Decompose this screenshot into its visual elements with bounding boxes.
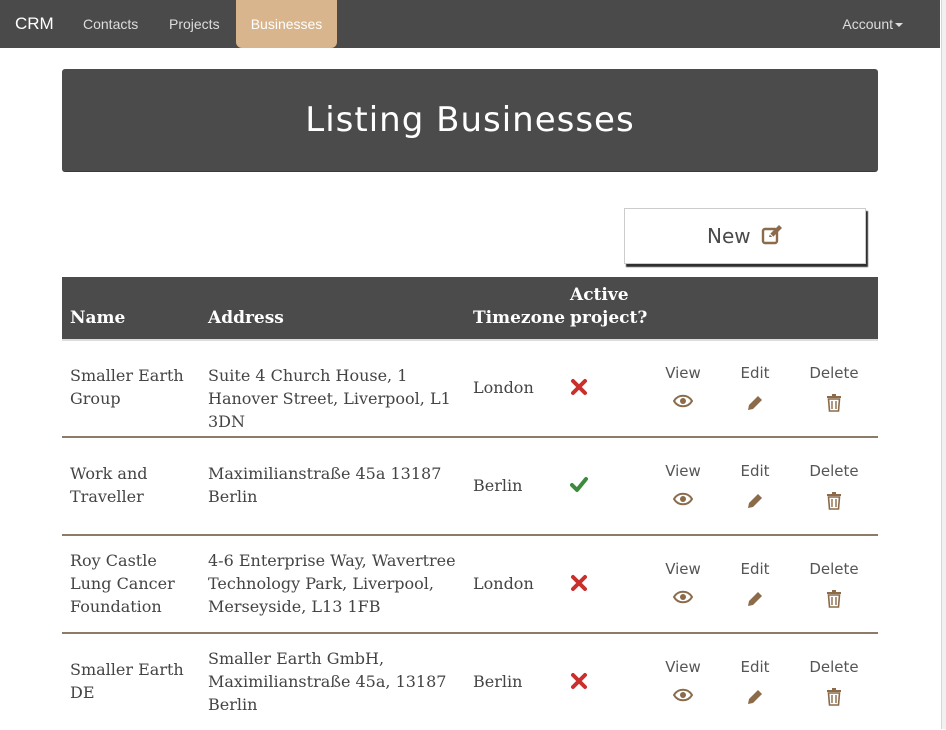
cross-icon (571, 379, 587, 395)
business-timezone: Berlin (473, 476, 523, 495)
business-address: Maximilianstraße 45a 13187 Berlin (208, 464, 442, 506)
column-header-name: Name (70, 308, 126, 328)
edit-link[interactable]: Edit (733, 658, 777, 706)
delete-link[interactable]: Delete (806, 462, 862, 510)
trash-icon (827, 394, 841, 412)
caret-down-icon (895, 23, 903, 28)
edit-label: Edit (740, 658, 770, 676)
pencil-icon (748, 396, 762, 410)
business-timezone: London (473, 574, 534, 593)
edit-label: Edit (740, 560, 770, 578)
cross-icon (571, 673, 587, 689)
view-label: View (665, 560, 701, 578)
eye-icon (673, 590, 693, 604)
check-icon (570, 477, 588, 492)
delete-link[interactable]: Delete (806, 364, 862, 412)
edit-label: Edit (740, 364, 770, 382)
view-link[interactable]: View (659, 364, 707, 408)
delete-link[interactable]: Delete (806, 658, 862, 706)
brand-link[interactable]: CRM (15, 14, 54, 34)
view-label: View (665, 364, 701, 382)
delete-label: Delete (809, 364, 859, 382)
pencil-icon (748, 690, 762, 704)
edit-link[interactable]: Edit (733, 364, 777, 412)
pencil-icon (748, 494, 762, 508)
view-label: View (665, 658, 701, 676)
business-name: Smaller Earth DE (70, 660, 184, 702)
view-link[interactable]: View (659, 658, 707, 702)
business-address: Suite 4 Church House, 1 Hanover Street, … (208, 366, 451, 431)
trash-icon (827, 590, 841, 608)
business-timezone: Berlin (473, 672, 523, 691)
edit-link[interactable]: Edit (733, 462, 777, 510)
edit-label: Edit (740, 462, 770, 480)
trash-icon (827, 492, 841, 510)
page-header: Listing Businesses (62, 69, 878, 172)
table-header: Name Address Timezone Active project? (62, 277, 878, 341)
table-row: Roy Castle Lung Cancer Foundation 4-6 En… (62, 536, 878, 634)
business-name: Roy Castle Lung Cancer Foundation (70, 551, 175, 616)
top-navbar: CRM Contacts Projects Businesses Account (0, 0, 940, 48)
delete-label: Delete (809, 462, 859, 480)
new-button-label: New (707, 224, 751, 248)
new-business-button[interactable]: New (624, 208, 866, 264)
business-name: Smaller Earth Group (70, 366, 184, 408)
business-name: Work and Traveller (70, 464, 148, 506)
cross-icon (571, 575, 587, 591)
page-scrollbar[interactable] (941, 0, 946, 729)
edit-link[interactable]: Edit (733, 560, 777, 608)
pencil-icon (748, 592, 762, 606)
delete-link[interactable]: Delete (806, 560, 862, 608)
nav-link-contacts[interactable]: Contacts (83, 0, 138, 48)
eye-icon (673, 492, 693, 506)
table-row: Work and Traveller Maximilianstraße 45a … (62, 438, 878, 536)
business-address: Smaller Earth GmbH, Maximilianstraße 45a… (208, 649, 447, 714)
column-header-timezone: Timezone (473, 308, 566, 328)
business-timezone: London (473, 378, 534, 397)
nav-link-projects[interactable]: Projects (169, 0, 220, 48)
view-link[interactable]: View (659, 560, 707, 604)
delete-label: Delete (809, 560, 859, 578)
column-header-active-project: Active project? (570, 285, 648, 328)
table-row: Smaller Earth DE Smaller Earth GmbH, Max… (62, 634, 878, 730)
view-label: View (665, 462, 701, 480)
delete-label: Delete (809, 658, 859, 676)
column-header-address: Address (208, 308, 284, 328)
page-title: Listing Businesses (305, 100, 635, 140)
eye-icon (673, 688, 693, 702)
view-link[interactable]: View (659, 462, 707, 506)
account-label: Account (842, 16, 893, 32)
account-dropdown[interactable]: Account (842, 0, 903, 48)
table-row: Smaller Earth Group Suite 4 Church House… (62, 340, 878, 438)
trash-icon (827, 688, 841, 706)
business-address: 4-6 Enterprise Way, Wavertree Technology… (208, 551, 456, 616)
eye-icon (673, 394, 693, 408)
nav-link-businesses[interactable]: Businesses (236, 0, 337, 48)
edit-square-icon (761, 225, 782, 245)
